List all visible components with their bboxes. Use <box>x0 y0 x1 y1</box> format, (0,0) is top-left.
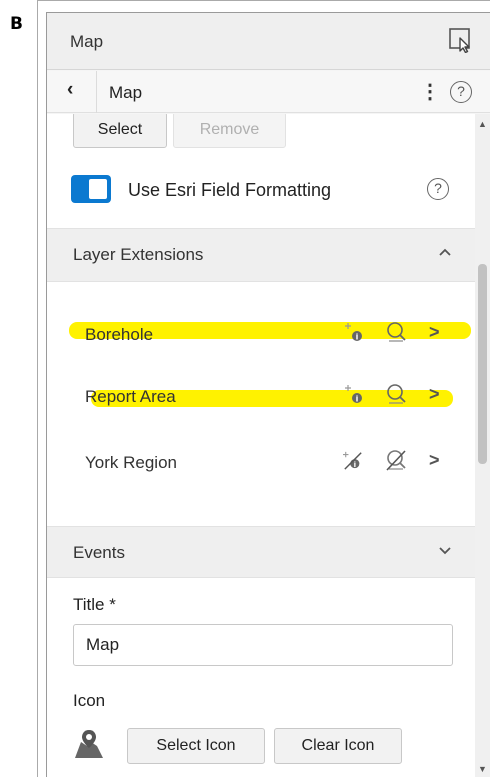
zoom-to-disabled-icon[interactable] <box>385 448 407 472</box>
toggle-knob <box>89 179 107 199</box>
select-pointer-icon[interactable] <box>448 27 474 53</box>
select-button[interactable]: Select <box>73 114 167 148</box>
nav-title: Map <box>109 83 143 102</box>
chevron-right-icon[interactable]: > <box>429 450 440 471</box>
feature-info-icon[interactable]: i <box>345 382 365 406</box>
chevron-right-icon[interactable]: > <box>429 322 440 343</box>
settings-content: Select Remove Use Esri Field Formatting … <box>47 114 475 777</box>
feature-info-disabled-icon[interactable]: i <box>343 448 363 472</box>
panel-header: Map <box>47 13 490 70</box>
layer-label: Report Area <box>85 387 176 406</box>
layer-row-borehole[interactable]: Borehole i > <box>47 311 475 359</box>
layer-label: York Region <box>85 453 177 472</box>
events-title: Events <box>73 543 125 562</box>
chevron-right-icon[interactable]: > <box>429 384 440 405</box>
more-options-icon[interactable]: ⋮ <box>420 79 440 104</box>
remove-button[interactable]: Remove <box>173 114 286 148</box>
scroll-down-arrow-icon[interactable]: ▼ <box>478 764 487 774</box>
zoom-to-icon[interactable] <box>385 382 407 406</box>
back-button[interactable]: ‹ <box>47 71 97 113</box>
chevron-left-icon: ‹ <box>67 79 74 100</box>
svg-text:i: i <box>356 395 359 404</box>
scroll-thumb[interactable] <box>478 264 487 464</box>
icon-field-label: Icon <box>73 691 106 710</box>
clear-icon-button[interactable]: Clear Icon <box>274 728 402 764</box>
field-formatting-help-icon[interactable]: ? <box>427 178 449 200</box>
select-icon-button[interactable]: Select Icon <box>127 728 265 764</box>
layer-row-york-region[interactable]: York Region i > <box>47 439 475 487</box>
title-input[interactable]: Map <box>73 624 453 666</box>
nav-bar: ‹ Map ⋮ ? <box>47 71 490 113</box>
layer-row-report-area[interactable]: Report Area i > <box>47 373 475 421</box>
figure-label: B <box>10 14 23 34</box>
chevron-up-icon <box>439 248 451 256</box>
layer-extensions-title: Layer Extensions <box>73 245 204 264</box>
scrollbar[interactable]: ▲ ▼ <box>475 114 490 777</box>
field-formatting-toggle[interactable] <box>71 175 111 203</box>
events-header[interactable]: Events <box>47 526 475 578</box>
layer-label: Borehole <box>85 325 154 344</box>
svg-text:i: i <box>356 333 359 342</box>
chevron-down-icon <box>439 547 451 555</box>
map-pin-icon <box>75 730 103 758</box>
svg-text:i: i <box>354 460 357 469</box>
field-formatting-label: Use Esri Field Formatting <box>128 180 332 200</box>
layer-extensions-header[interactable]: Layer Extensions <box>47 228 475 282</box>
help-icon[interactable]: ? <box>450 81 472 103</box>
feature-info-icon[interactable]: i <box>345 320 365 344</box>
zoom-to-icon[interactable] <box>385 320 407 344</box>
panel-title: Map <box>70 32 104 51</box>
title-field-label: Title * <box>73 595 116 614</box>
scroll-up-arrow-icon[interactable]: ▲ <box>478 119 487 129</box>
